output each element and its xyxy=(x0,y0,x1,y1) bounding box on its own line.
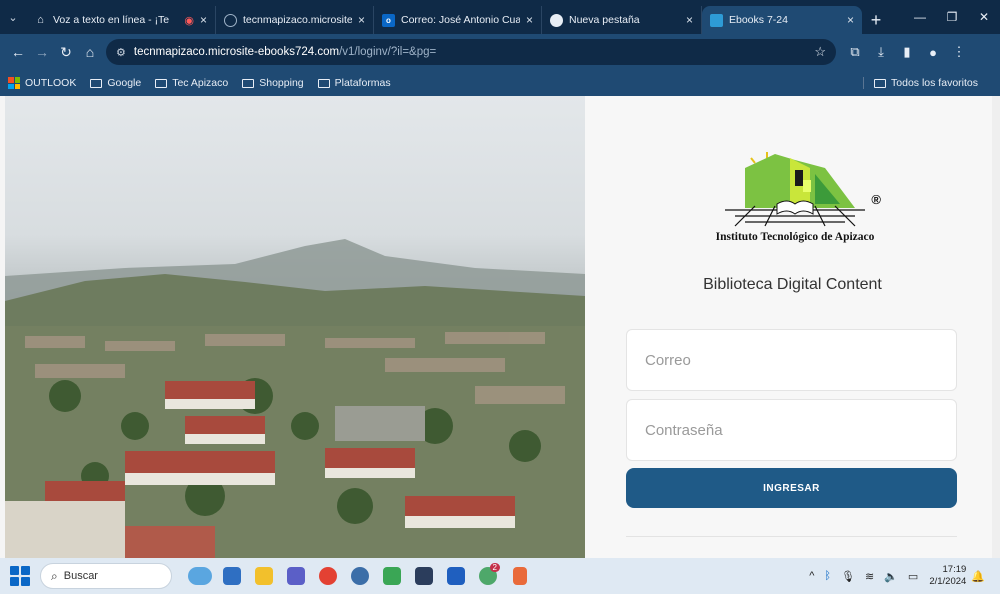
campus-illustration xyxy=(5,239,585,558)
url-host: tecnmapizaco.microsite-ebooks724.com xyxy=(133,46,340,58)
folder-icon xyxy=(874,78,887,88)
extensions-icon[interactable]: ⧉ xyxy=(842,39,868,65)
logo-graphic xyxy=(725,152,865,227)
url-path: /v1/loginv/?il=&pg= xyxy=(339,46,437,58)
tab-strip: ⌄ ⌂ Voz a texto en línea - ¡Te ◉ × tecnm… xyxy=(0,0,1000,34)
close-tab-icon[interactable]: × xyxy=(200,13,207,27)
window-controls: — ❐ ✕ xyxy=(904,0,1000,34)
bookmarks-bar: OUTLOOK Google Tec Apizaco Shopping Plat… xyxy=(0,70,1000,96)
teams-icon[interactable] xyxy=(282,562,310,590)
volume-icon[interactable]: 🔈 xyxy=(884,570,898,583)
microphone-icon[interactable]: 🎙 xyxy=(841,570,855,583)
back-icon[interactable]: ← xyxy=(6,40,30,64)
settings-icon[interactable] xyxy=(346,562,374,590)
taskbar-apps: 2 xyxy=(184,562,536,590)
folder-icon xyxy=(90,78,103,88)
folder-icon xyxy=(242,78,255,88)
menu-icon[interactable]: ⋮ xyxy=(946,39,972,65)
home-icon: ⌂ xyxy=(37,14,44,26)
browser-toolbar: ← → ↻ ⌂ ⚙ tecnmapizaco.microsite-ebooks7… xyxy=(0,34,1000,70)
teams-badge: 2 xyxy=(489,563,500,572)
bookmark-shopping[interactable]: Shopping xyxy=(242,77,304,89)
bookmark-plataformas[interactable]: Plataformas xyxy=(317,77,391,89)
page-scrollbar[interactable] xyxy=(992,96,1000,558)
registered-mark: ® xyxy=(871,192,881,207)
teams-chat-icon[interactable]: 2 xyxy=(474,562,502,590)
address-bar[interactable]: ⚙ tecnmapizaco.microsite-ebooks724.com/v… xyxy=(106,39,836,65)
all-bookmarks[interactable]: Todos los favoritos xyxy=(863,77,978,89)
file-explorer-icon[interactable] xyxy=(250,562,278,590)
tab-voz-a-texto[interactable]: ⌂ Voz a texto en línea - ¡Te ◉ × xyxy=(26,6,216,34)
institute-logo: ® Instituto Tecnológico de Apizaco xyxy=(705,148,885,243)
login-panel: ® Instituto Tecnológico de Apizaco Bibli… xyxy=(585,96,1000,558)
bookmark-star-icon[interactable]: ☆ xyxy=(814,44,826,60)
notification-bell-icon[interactable]: 🔔 xyxy=(971,570,985,583)
word-icon[interactable] xyxy=(442,562,470,590)
forward-icon[interactable]: → xyxy=(30,40,54,64)
password-field[interactable] xyxy=(626,399,957,461)
weather-widget-icon[interactable] xyxy=(186,562,214,590)
home-button-icon[interactable]: ⌂ xyxy=(78,40,102,64)
minimize-icon[interactable]: — xyxy=(904,0,936,34)
login-button[interactable]: INGRESAR xyxy=(626,468,957,508)
tab-tecnmapizaco[interactable]: tecnmapizaco.microsite-ebo × xyxy=(216,6,374,34)
campus-aerial-photo xyxy=(5,96,585,558)
bluetooth-icon[interactable]: ᛒ xyxy=(824,570,831,582)
windows-start-icon[interactable] xyxy=(10,566,30,586)
sidepanel-icon[interactable]: ▮ xyxy=(894,39,920,65)
recording-icon: ◉ xyxy=(184,14,194,27)
close-tab-icon[interactable]: × xyxy=(847,13,854,27)
outlook-icon: o xyxy=(382,13,395,27)
globe-icon xyxy=(224,13,237,27)
profile-avatar-icon[interactable]: ● xyxy=(920,39,946,65)
wifi-icon[interactable]: ≋ xyxy=(865,570,874,583)
close-window-icon[interactable]: ✕ xyxy=(968,0,1000,34)
tab-nueva-pestana[interactable]: Nueva pestaña × xyxy=(542,6,702,34)
tab-search-button[interactable]: ⌄ xyxy=(0,0,26,34)
close-tab-icon[interactable]: × xyxy=(358,13,365,27)
download-icon[interactable]: ⤓ xyxy=(868,39,894,65)
taskbar-search[interactable]: ⌕ Buscar xyxy=(40,563,172,589)
paint-app-icon[interactable] xyxy=(506,562,534,590)
web-page: ® Instituto Tecnológico de Apizaco Bibli… xyxy=(0,96,1000,558)
store-icon[interactable] xyxy=(218,562,246,590)
folder-icon xyxy=(155,78,168,88)
chrome-taskbar-icon[interactable] xyxy=(314,562,342,590)
windows-taskbar: ⌕ Buscar 2 ^ ᛒ 🎙 ≋ 🔈 ▭ 17:19 2/1/2024 🔔 xyxy=(0,558,1000,594)
email-field[interactable] xyxy=(626,329,957,391)
tab-ebooks[interactable]: Ebooks 7-24 × xyxy=(702,6,862,34)
library-title: Biblioteca Digital Content xyxy=(703,276,882,293)
microsoft-icon xyxy=(8,77,20,89)
chrome-icon xyxy=(550,13,563,27)
close-tab-icon[interactable]: × xyxy=(686,13,693,27)
system-tray: ^ ᛒ 🎙 ≋ 🔈 ▭ 17:19 2/1/2024 🔔 xyxy=(804,564,990,588)
charts-app-icon[interactable] xyxy=(378,562,406,590)
ebooks-icon xyxy=(710,13,723,27)
tab-correo[interactable]: o Correo: José Antonio Cuatep × xyxy=(374,6,542,34)
restore-icon[interactable]: ❐ xyxy=(936,0,968,34)
reload-icon[interactable]: ↻ xyxy=(54,40,78,64)
bookmark-outlook[interactable]: OUTLOOK xyxy=(8,77,76,89)
search-icon: ⌕ xyxy=(51,568,58,583)
close-tab-icon[interactable]: × xyxy=(526,13,533,27)
chevron-up-icon[interactable]: ^ xyxy=(809,570,814,582)
calculator-icon[interactable] xyxy=(410,562,438,590)
divider xyxy=(626,536,957,537)
site-info-icon[interactable]: ⚙ xyxy=(116,46,126,59)
bookmark-tec-apizaco[interactable]: Tec Apizaco xyxy=(155,77,228,89)
logo-text: Instituto Tecnológico de Apizaco xyxy=(715,231,875,243)
folder-icon xyxy=(317,78,330,88)
bookmark-google[interactable]: Google xyxy=(90,77,141,89)
clock[interactable]: 17:19 2/1/2024 xyxy=(929,564,966,588)
battery-icon[interactable]: ▭ xyxy=(908,570,918,583)
new-tab-button[interactable]: + xyxy=(862,6,890,34)
